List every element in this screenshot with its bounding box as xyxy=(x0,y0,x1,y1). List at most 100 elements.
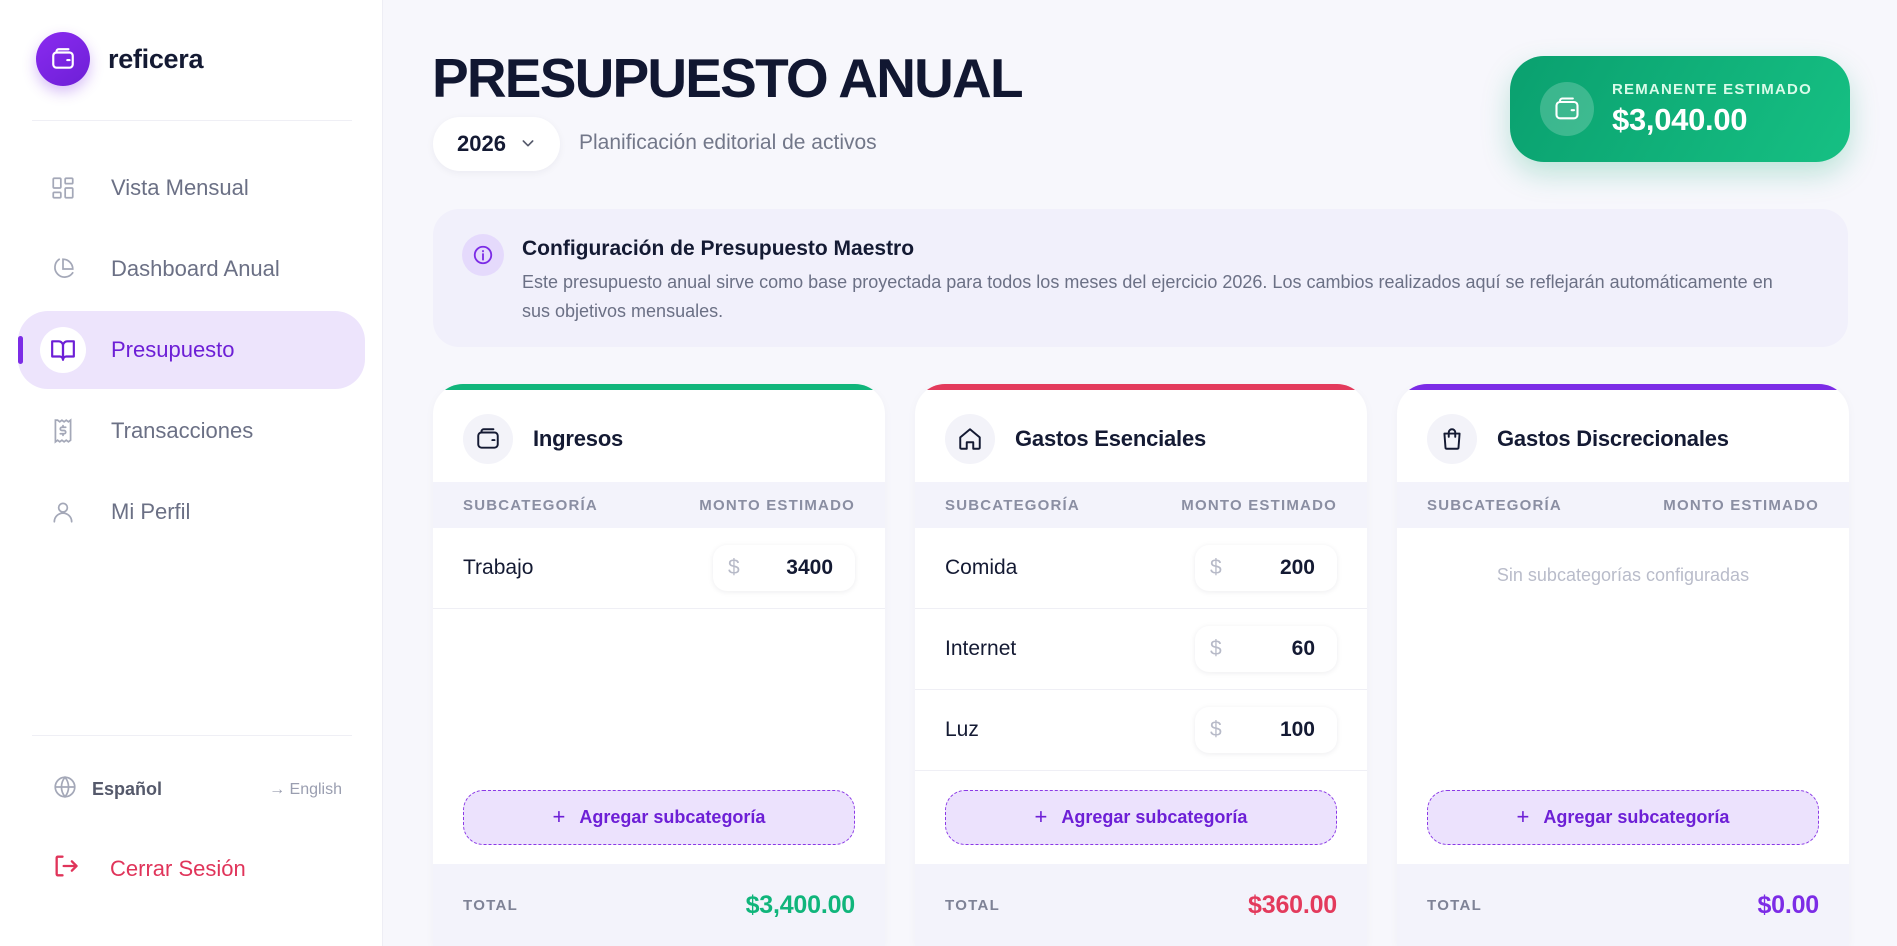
total-label: TOTAL xyxy=(1427,896,1483,914)
sidebar-item-label: Mi Perfil xyxy=(111,499,191,524)
sidebar-item-label: Vista Mensual xyxy=(111,175,249,200)
table-row: Trabajo $ 3400 xyxy=(433,528,885,609)
sidebar-item-vista-mensual[interactable]: Vista Mensual xyxy=(18,149,365,227)
table-row: Internet $ 60 xyxy=(915,609,1367,690)
wallet-icon xyxy=(463,414,513,464)
category-card-gastos-esenciales: Gastos Esenciales SUBCATEGORÍA MONTO EST… xyxy=(915,384,1367,946)
wallet-icon xyxy=(36,32,90,86)
globe-icon xyxy=(52,774,78,805)
info-title: Configuración de Presupuesto Maestro xyxy=(522,237,915,260)
receipt-icon xyxy=(44,412,82,450)
currency-symbol: $ xyxy=(728,556,740,579)
current-language: Español xyxy=(92,779,163,799)
sidebar-divider xyxy=(32,735,352,736)
sidebar-item-label: Dashboard Anual xyxy=(111,256,280,281)
column-header-subcategory: SUBCATEGORÍA xyxy=(463,496,598,514)
card-total-row: TOTAL $360.00 xyxy=(915,864,1367,946)
amount-value: 200 xyxy=(1279,556,1315,579)
shopping-bag-icon xyxy=(1427,414,1477,464)
sidebar-item-presupuesto[interactable]: Presupuesto xyxy=(18,311,365,389)
add-subcategory-label: Agregar subcategoría xyxy=(1543,807,1730,827)
user-icon xyxy=(44,493,82,531)
pie-chart-icon xyxy=(44,250,82,288)
sidebar: reficera Vista Mensual Dashboard Anual P… xyxy=(0,0,383,946)
card-total-row: TOTAL $0.00 xyxy=(1397,864,1849,946)
card-accent-bar xyxy=(433,384,885,390)
amount-input[interactable]: $ 3400 xyxy=(713,545,855,591)
card-title: Ingresos xyxy=(533,426,624,451)
card-accent-bar xyxy=(915,384,1367,390)
logout-label: Cerrar Sesión xyxy=(110,856,246,881)
add-subcategory-button[interactable]: + Agregar subcategoría xyxy=(1427,790,1819,845)
amount-value: 60 xyxy=(1291,637,1315,660)
brand-name: reficera xyxy=(108,43,204,74)
plus-icon: + xyxy=(1516,803,1530,829)
year-value: 2026 xyxy=(457,131,506,156)
subcategory-name: Trabajo xyxy=(463,556,534,579)
logout-icon xyxy=(52,852,80,886)
language-switcher: Español → English xyxy=(52,774,342,805)
amount-input[interactable]: $ 100 xyxy=(1195,707,1337,753)
card-title: Gastos Esenciales xyxy=(1015,426,1207,451)
add-subcategory-label: Agregar subcategoría xyxy=(1061,807,1248,827)
sidebar-item-dashboard-anual[interactable]: Dashboard Anual xyxy=(18,230,365,308)
remaining-summary-card: REMANENTE ESTIMADO $3,040.00 xyxy=(1510,56,1850,162)
column-header-amount: MONTO ESTIMADO xyxy=(699,496,855,514)
table-row: Comida $ 200 xyxy=(915,528,1367,609)
plus-icon: + xyxy=(552,803,566,829)
empty-state-text: Sin subcategorías configuradas xyxy=(1496,565,1750,585)
amount-input[interactable]: $ 60 xyxy=(1195,626,1337,672)
amount-value: 100 xyxy=(1279,718,1315,741)
table-header: SUBCATEGORÍA MONTO ESTIMADO xyxy=(915,482,1367,528)
column-header-subcategory: SUBCATEGORÍA xyxy=(945,496,1080,514)
currency-symbol: $ xyxy=(1210,637,1222,660)
sidebar-item-label: Presupuesto xyxy=(111,337,235,362)
logout-button[interactable]: Cerrar Sesión xyxy=(52,852,246,886)
wallet-icon xyxy=(1540,82,1594,136)
total-value: $3,400.00 xyxy=(745,890,856,919)
switch-language-link[interactable]: → English xyxy=(269,781,342,799)
card-accent-bar xyxy=(1397,384,1849,390)
add-subcategory-button[interactable]: + Agregar subcategoría xyxy=(463,790,855,845)
year-select[interactable]: 2026 xyxy=(433,117,560,171)
sidebar-item-transacciones[interactable]: Transacciones xyxy=(18,392,365,470)
total-value: $360.00 xyxy=(1248,890,1337,919)
add-subcategory-button[interactable]: + Agregar subcategoría xyxy=(945,790,1337,845)
column-header-amount: MONTO ESTIMADO xyxy=(1181,496,1337,514)
column-header-subcategory: SUBCATEGORÍA xyxy=(1427,496,1562,514)
sidebar-item-label: Transacciones xyxy=(111,418,254,443)
sidebar-divider xyxy=(32,120,352,121)
grid-icon xyxy=(44,169,82,207)
column-header-amount: MONTO ESTIMADO xyxy=(1663,496,1819,514)
subcategory-name: Comida xyxy=(945,556,1018,579)
brand[interactable]: reficera xyxy=(36,32,203,86)
table-row: Luz $ 100 xyxy=(915,690,1367,771)
total-label: TOTAL xyxy=(945,896,1001,914)
total-value: $0.00 xyxy=(1757,890,1819,919)
category-card-gastos-discrecionales: Gastos Discrecionales SUBCATEGORÍA MONTO… xyxy=(1397,384,1849,946)
category-card-ingresos: Ingresos SUBCATEGORÍA MONTO ESTIMADO Tra… xyxy=(433,384,885,946)
amount-value: 3400 xyxy=(786,556,833,579)
sidebar-nav: Vista Mensual Dashboard Anual Presupuest… xyxy=(18,149,365,554)
info-icon xyxy=(462,234,504,276)
subcategory-name: Internet xyxy=(945,637,1017,660)
card-title: Gastos Discrecionales xyxy=(1497,426,1729,451)
add-subcategory-label: Agregar subcategoría xyxy=(579,807,766,827)
amount-input[interactable]: $ 200 xyxy=(1195,545,1337,591)
page-subtitle: Planificación editorial de activos xyxy=(579,131,877,154)
remaining-amount: $3,040.00 xyxy=(1612,101,1748,137)
remaining-label: REMANENTE ESTIMADO xyxy=(1612,80,1812,98)
home-icon xyxy=(945,414,995,464)
subcategory-name: Luz xyxy=(945,718,979,741)
card-total-row: TOTAL $3,400.00 xyxy=(433,864,885,946)
table-header: SUBCATEGORÍA MONTO ESTIMADO xyxy=(433,482,885,528)
chevron-down-icon xyxy=(520,131,536,157)
plus-icon: + xyxy=(1034,803,1048,829)
table-header: SUBCATEGORÍA MONTO ESTIMADO xyxy=(1397,482,1849,528)
currency-symbol: $ xyxy=(1210,556,1222,579)
page-title: PRESUPUESTO ANUAL xyxy=(432,47,1024,109)
sidebar-item-mi-perfil[interactable]: Mi Perfil xyxy=(18,473,365,551)
info-banner: Configuración de Presupuesto Maestro Est… xyxy=(433,209,1848,347)
currency-symbol: $ xyxy=(1210,718,1222,741)
total-label: TOTAL xyxy=(463,896,519,914)
